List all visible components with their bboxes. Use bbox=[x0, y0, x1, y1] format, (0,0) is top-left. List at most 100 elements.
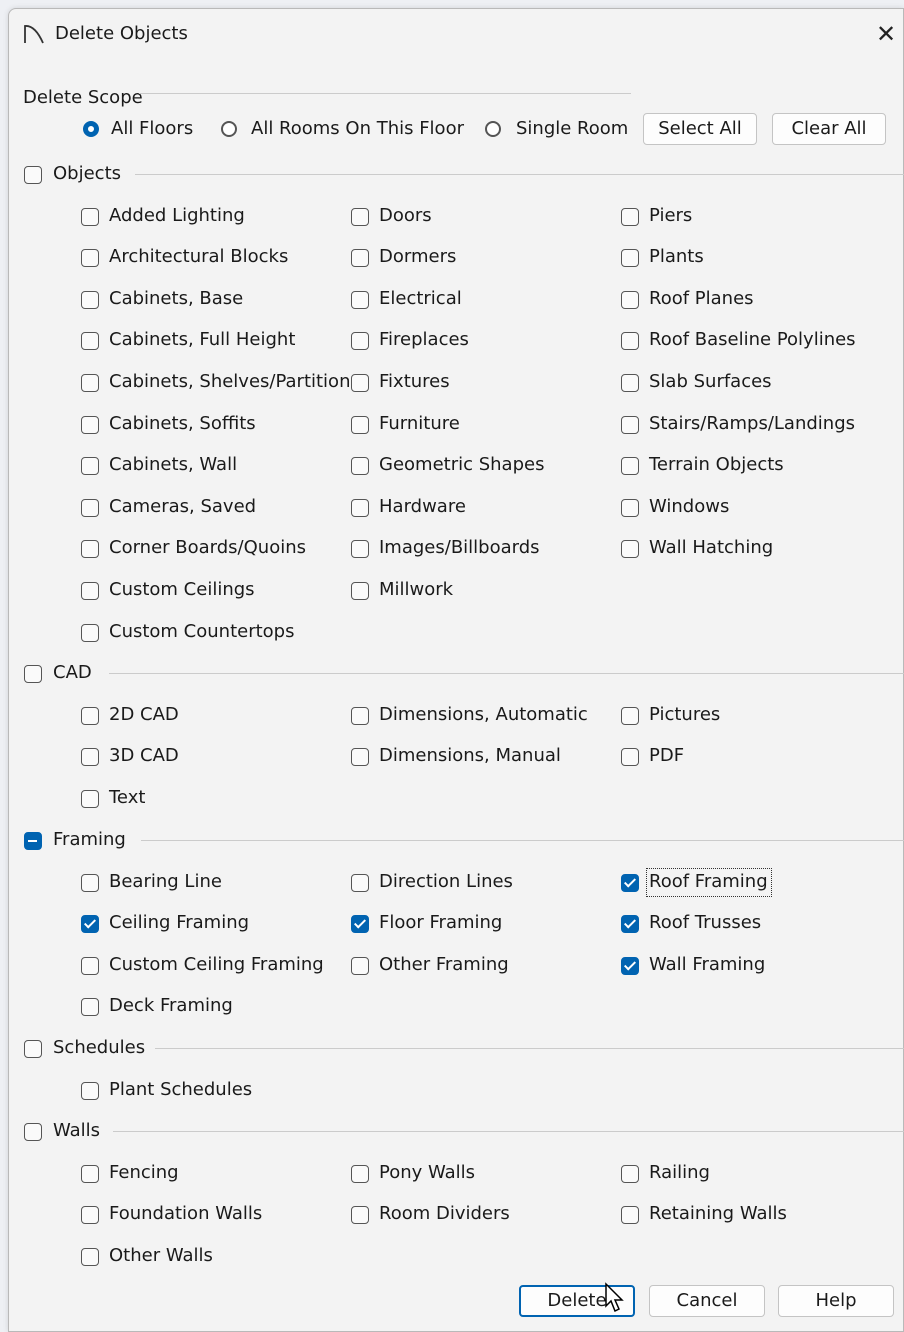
checkbox-deck-framing[interactable] bbox=[81, 998, 99, 1017]
checkbox-cabinets-wall[interactable] bbox=[81, 457, 99, 476]
checkbox-cabinets-full-height[interactable] bbox=[81, 332, 99, 351]
label-geometric-shapes[interactable]: Geometric Shapes bbox=[379, 454, 544, 476]
label-dimensions-manual[interactable]: Dimensions, Manual bbox=[379, 745, 561, 767]
checkbox-images-billboards[interactable] bbox=[351, 540, 369, 559]
checkbox-ceiling-framing[interactable] bbox=[81, 915, 99, 934]
select-all-button[interactable]: Select All bbox=[643, 113, 757, 145]
section-label-cad[interactable]: CAD bbox=[53, 662, 92, 684]
checkbox-wall-hatching[interactable] bbox=[621, 540, 639, 559]
checkbox-text[interactable] bbox=[81, 789, 99, 808]
checkbox-other-framing[interactable] bbox=[351, 956, 369, 975]
checkbox-plant-schedules[interactable] bbox=[81, 1081, 99, 1100]
label-plant-schedules[interactable]: Plant Schedules bbox=[109, 1079, 252, 1101]
label-fencing[interactable]: Fencing bbox=[109, 1162, 179, 1184]
label-dimensions-automatic[interactable]: Dimensions, Automatic bbox=[379, 704, 588, 726]
checkbox-geometric-shapes[interactable] bbox=[351, 457, 369, 476]
checkbox-custom-countertops[interactable] bbox=[81, 623, 99, 642]
checkbox-furniture[interactable] bbox=[351, 415, 369, 434]
label-text[interactable]: Text bbox=[109, 787, 145, 809]
label-architectural-blocks[interactable]: Architectural Blocks bbox=[109, 246, 288, 268]
section-checkbox-cad[interactable] bbox=[24, 665, 42, 683]
checkbox-cabinets-soffits[interactable] bbox=[81, 415, 99, 434]
label-roof-planes[interactable]: Roof Planes bbox=[649, 288, 754, 310]
checkbox-hardware[interactable] bbox=[351, 498, 369, 517]
scope-radio-all-floors[interactable] bbox=[83, 121, 99, 137]
label-cabinets-full-height[interactable]: Cabinets, Full Height bbox=[109, 329, 295, 351]
checkbox-dimensions-manual[interactable] bbox=[351, 748, 369, 767]
label-corner-boards-quoins[interactable]: Corner Boards/Quoins bbox=[109, 537, 306, 559]
checkbox-roof-baseline-polylines[interactable] bbox=[621, 332, 639, 351]
label-custom-ceilings[interactable]: Custom Ceilings bbox=[109, 579, 255, 601]
checkbox-2d-cad[interactable] bbox=[81, 706, 99, 725]
checkbox-fencing[interactable] bbox=[81, 1164, 99, 1183]
section-label-walls[interactable]: Walls bbox=[53, 1120, 100, 1142]
checkbox-plants[interactable] bbox=[621, 249, 639, 268]
label-railing[interactable]: Railing bbox=[649, 1162, 710, 1184]
checkbox-retaining-walls[interactable] bbox=[621, 1206, 639, 1225]
scope-label-single-room[interactable]: Single Room bbox=[516, 118, 628, 140]
scope-radio-single-room[interactable] bbox=[485, 121, 501, 137]
label-retaining-walls[interactable]: Retaining Walls bbox=[649, 1203, 787, 1225]
label-images-billboards[interactable]: Images/Billboards bbox=[379, 537, 540, 559]
section-checkbox-schedules[interactable] bbox=[24, 1040, 42, 1058]
label-electrical[interactable]: Electrical bbox=[379, 288, 462, 310]
checkbox-custom-ceiling-framing[interactable] bbox=[81, 956, 99, 975]
checkbox-windows[interactable] bbox=[621, 498, 639, 517]
label-doors[interactable]: Doors bbox=[379, 205, 432, 227]
label-custom-countertops[interactable]: Custom Countertops bbox=[109, 621, 294, 643]
label-other-framing[interactable]: Other Framing bbox=[379, 954, 509, 976]
label-cameras-saved[interactable]: Cameras, Saved bbox=[109, 496, 256, 518]
checkbox-slab-surfaces[interactable] bbox=[621, 374, 639, 392]
label-roof-baseline-polylines[interactable]: Roof Baseline Polylines bbox=[649, 329, 856, 351]
help-button[interactable]: Help bbox=[778, 1285, 894, 1317]
section-checkbox-framing[interactable] bbox=[24, 832, 42, 850]
label-floor-framing[interactable]: Floor Framing bbox=[379, 912, 502, 934]
label-pictures[interactable]: Pictures bbox=[649, 704, 720, 726]
label-furniture[interactable]: Furniture bbox=[379, 413, 460, 435]
checkbox-millwork[interactable] bbox=[351, 582, 369, 600]
checkbox-pony-walls[interactable] bbox=[351, 1164, 369, 1183]
label-wall-framing[interactable]: Wall Framing bbox=[649, 954, 765, 976]
cancel-button[interactable]: Cancel bbox=[649, 1285, 765, 1317]
checkbox-dimensions-automatic[interactable] bbox=[351, 706, 369, 725]
label-fixtures[interactable]: Fixtures bbox=[379, 371, 450, 393]
checkbox-room-dividers[interactable] bbox=[351, 1206, 369, 1225]
label-pony-walls[interactable]: Pony Walls bbox=[379, 1162, 475, 1184]
clear-all-button[interactable]: Clear All bbox=[772, 113, 886, 145]
label-millwork[interactable]: Millwork bbox=[379, 579, 453, 601]
checkbox-cameras-saved[interactable] bbox=[81, 498, 99, 517]
checkbox-pictures[interactable] bbox=[621, 706, 639, 725]
label-foundation-walls[interactable]: Foundation Walls bbox=[109, 1203, 262, 1225]
section-checkbox-walls[interactable] bbox=[24, 1123, 42, 1141]
label-cabinets-base[interactable]: Cabinets, Base bbox=[109, 288, 243, 310]
close-icon[interactable]: ✕ bbox=[871, 19, 901, 49]
checkbox-railing[interactable] bbox=[621, 1164, 639, 1183]
label-cabinets-soffits[interactable]: Cabinets, Soffits bbox=[109, 413, 256, 435]
label-windows[interactable]: Windows bbox=[649, 496, 729, 518]
checkbox-foundation-walls[interactable] bbox=[81, 1206, 99, 1225]
label-room-dividers[interactable]: Room Dividers bbox=[379, 1203, 510, 1225]
checkbox-dormers[interactable] bbox=[351, 249, 369, 268]
checkbox-fixtures[interactable] bbox=[351, 374, 369, 392]
checkbox-stairs-ramps-landings[interactable] bbox=[621, 415, 639, 434]
label-direction-lines[interactable]: Direction Lines bbox=[379, 871, 513, 893]
label-3d-cad[interactable]: 3D CAD bbox=[109, 745, 179, 767]
checkbox-bearing-line[interactable] bbox=[81, 873, 99, 892]
checkbox-roof-framing[interactable] bbox=[621, 873, 639, 892]
section-label-schedules[interactable]: Schedules bbox=[53, 1037, 145, 1059]
label-plants[interactable]: Plants bbox=[649, 246, 704, 268]
checkbox-3d-cad[interactable] bbox=[81, 748, 99, 767]
label-fireplaces[interactable]: Fireplaces bbox=[379, 329, 469, 351]
label-dormers[interactable]: Dormers bbox=[379, 246, 456, 268]
checkbox-terrain-objects[interactable] bbox=[621, 457, 639, 476]
label-hardware[interactable]: Hardware bbox=[379, 496, 466, 518]
label-deck-framing[interactable]: Deck Framing bbox=[109, 995, 233, 1017]
checkbox-cabinets-shelves-partitions[interactable] bbox=[81, 374, 99, 392]
label-pdf[interactable]: PDF bbox=[649, 745, 684, 767]
checkbox-direction-lines[interactable] bbox=[351, 873, 369, 892]
checkbox-pdf[interactable] bbox=[621, 748, 639, 767]
label-cabinets-shelves-partitions[interactable]: Cabinets, Shelves/Partitions bbox=[109, 371, 360, 393]
checkbox-roof-trusses[interactable] bbox=[621, 915, 639, 934]
checkbox-fireplaces[interactable] bbox=[351, 332, 369, 351]
label-ceiling-framing[interactable]: Ceiling Framing bbox=[109, 912, 249, 934]
